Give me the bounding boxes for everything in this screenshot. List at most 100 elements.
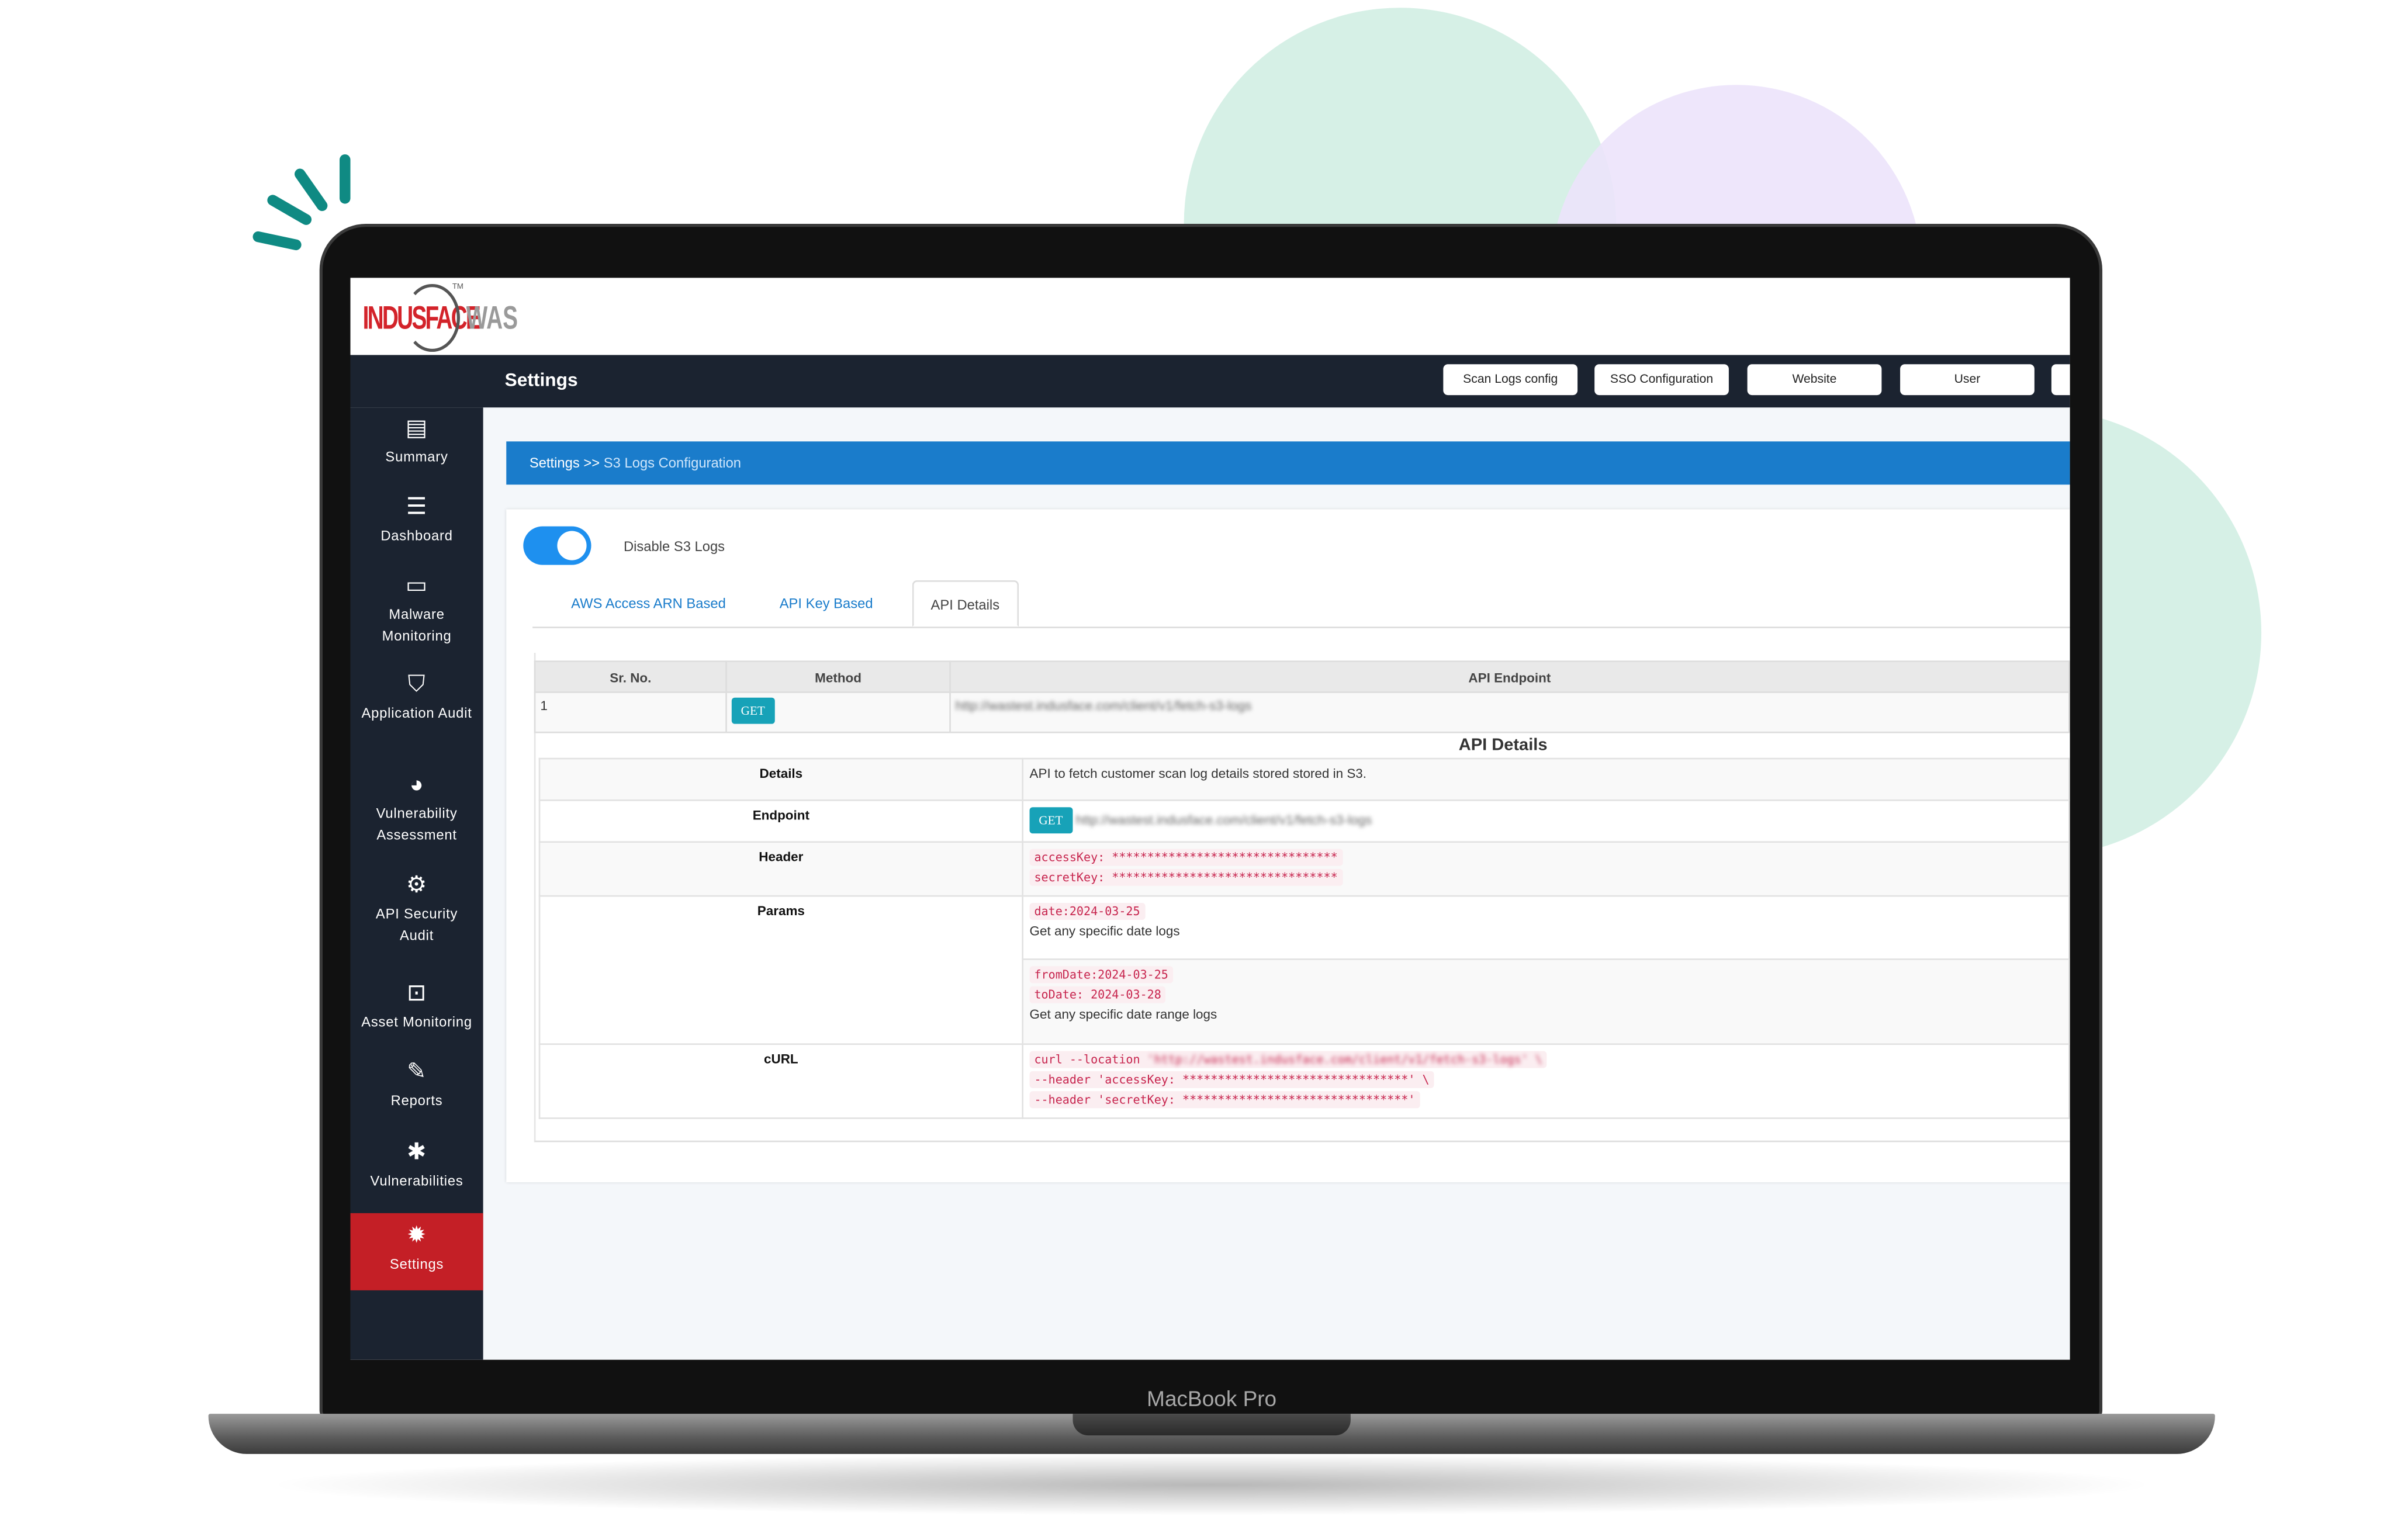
- toggle-label: Disable S3 Logs: [623, 538, 725, 555]
- tab-api-details[interactable]: API Details: [912, 580, 1018, 627]
- params-row: Params date:2024-03-25 Get any specific d…: [538, 895, 2070, 1045]
- param-desc: Get any specific date logs: [1029, 923, 1180, 939]
- sidebar-item-asset-monitoring[interactable]: ⊡ Asset Monitoring: [351, 980, 483, 1033]
- curl-line: --header 'accessKey: *******************…: [1029, 1071, 1434, 1088]
- decor-stroke: [265, 193, 314, 227]
- tab-api-key-based[interactable]: API Key Based: [780, 580, 873, 626]
- device-label: MacBook Pro: [1147, 1386, 1277, 1411]
- header-row: Header accessKey: **********************…: [538, 841, 2070, 897]
- sidebar-item-label: Vulnerability Assessment: [376, 805, 458, 842]
- page-title: Settings: [504, 369, 578, 391]
- get-badge: GET: [1029, 807, 1072, 834]
- endpoint-cell: http://wastest.indusface.com/client/v1/f…: [949, 691, 2070, 733]
- sidebar-item-api-security-audit[interactable]: ⚙ API Security Audit: [351, 872, 483, 946]
- param-code: date:2024-03-25: [1029, 902, 1145, 920]
- website-button[interactable]: Website: [1747, 364, 1882, 396]
- params-label: Params: [538, 895, 1023, 1045]
- access-key-code: accessKey: *****************************…: [1029, 849, 1343, 866]
- sidebar-item-vulnerabilities[interactable]: ✱ Vulnerabilities: [351, 1139, 483, 1192]
- param-code: fromDate:2024-03-25: [1029, 966, 1173, 984]
- top-bar: Settings Scan Logs config SSO Configurat…: [350, 355, 2070, 408]
- col-sr-no: Sr. No.: [534, 660, 727, 693]
- param-range: fromDate:2024-03-25 toDate: 2024-03-28 Get…: [1022, 958, 2070, 1045]
- tablet-chart-icon: ▤: [405, 415, 428, 442]
- gear-icon: ✹: [407, 1222, 427, 1249]
- laptop-icon: ▭: [405, 572, 428, 599]
- tab-aws-access-arn[interactable]: AWS Access ARN Based: [571, 580, 726, 626]
- sidebar-item-label: Vulnerabilities: [370, 1173, 463, 1189]
- logo-product: WAS: [466, 300, 518, 337]
- sidebar-item-label: Application Audit: [361, 705, 472, 721]
- curl-line: --header 'secretKey: *******************…: [1029, 1091, 1420, 1109]
- user-button[interactable]: User: [1900, 364, 2035, 396]
- curl-url: 'http://wastest.indusface.com/client/v1/…: [1147, 1053, 1542, 1067]
- header-value: accessKey: *****************************…: [1022, 841, 2070, 897]
- app-screen: INDUSFACE TM WAS Settings Scan Logs conf…: [350, 278, 2070, 1360]
- details-row: Details API to fetch customer scan log d…: [538, 757, 2070, 801]
- sidebar-item-label: Summary: [385, 449, 448, 465]
- col-api-endpoint: API Endpoint: [949, 660, 2070, 693]
- app-header: INDUSFACE TM WAS: [350, 278, 2070, 355]
- tab-divider: [532, 626, 2070, 628]
- bug-icon: ✱: [407, 1139, 427, 1165]
- sidebar-item-label: API Security Audit: [375, 906, 458, 943]
- laptop-shadow: [262, 1453, 2161, 1516]
- param-desc: Get any specific date range logs: [1029, 1006, 1217, 1022]
- sidebar-item-label: Asset Monitoring: [361, 1014, 472, 1030]
- sidebar-item-malware-monitoring[interactable]: ▭ Malware Monitoring: [351, 573, 483, 647]
- details-label: Details: [538, 757, 1023, 801]
- sidebar-item-reports[interactable]: ✎ Reports: [351, 1059, 483, 1112]
- sidebar-item-settings[interactable]: ✹ Settings: [350, 1213, 483, 1290]
- endpoint-label: Endpoint: [538, 799, 1023, 843]
- api-chip-icon: ⚙: [406, 872, 428, 899]
- decor-stroke: [251, 230, 303, 251]
- sidebar-item-label: Malware Monitoring: [382, 606, 452, 643]
- pie-chart-icon: ◕: [409, 771, 424, 798]
- endpoint-row: Endpoint GET http://wastest.indusface.co…: [538, 799, 2070, 843]
- logo-tm: TM: [452, 282, 463, 292]
- col-method: Method: [725, 660, 951, 693]
- method-cell: GET: [725, 691, 951, 733]
- edit-icon: ✎: [407, 1058, 427, 1085]
- endpoint-value: GET http://wastest.indusface.com/client/…: [1022, 799, 2070, 843]
- curl-line: curl --location 'http://wastest.indusfac…: [1029, 1051, 1547, 1068]
- server-icon: ☰: [406, 494, 428, 521]
- shield-icon: ⛉: [407, 671, 426, 698]
- header-label: Header: [538, 841, 1023, 897]
- api-details-table: Details API to fetch customer scan log d…: [538, 757, 2070, 1119]
- curl-label: cURL: [538, 1043, 1023, 1119]
- secret-key-code: secretKey: *****************************…: [1029, 868, 1343, 886]
- sidebar-item-label: Reports: [390, 1092, 443, 1109]
- curl-value: curl --location 'http://wastest.indusfac…: [1022, 1043, 2070, 1119]
- sso-configuration-button[interactable]: SSO Configuration: [1594, 364, 1729, 396]
- scan-logs-config-button[interactable]: Scan Logs config: [1443, 364, 1578, 396]
- decor-stroke: [340, 154, 351, 204]
- laptop-notch: [1072, 1414, 1351, 1436]
- sr-no-cell: 1: [534, 691, 727, 733]
- logo-arc: [404, 283, 461, 352]
- api-details-title: API Details: [1458, 736, 1548, 755]
- breadcrumb-root[interactable]: Settings >>: [530, 455, 600, 470]
- sidebar-item-application-audit[interactable]: ⛉ Application Audit: [351, 671, 483, 725]
- table-row: 1 GET http://wastest.indusface.com/clien…: [534, 691, 2070, 733]
- curl-row: cURL curl --location 'http://wastest.ind…: [538, 1043, 2070, 1119]
- more-button[interactable]: [2051, 364, 2070, 396]
- get-badge: GET: [731, 697, 774, 724]
- decor-stroke: [292, 166, 330, 213]
- sidebar-item-label: Dashboard: [380, 528, 453, 544]
- param-date: date:2024-03-25 Get any specific date log…: [1022, 895, 2070, 960]
- breadcrumb: Settings >> S3 Logs Configuration: [506, 441, 2070, 485]
- asset-frame-icon: ⊡: [407, 980, 427, 1006]
- sidebar-item-summary[interactable]: ▤ Summary: [351, 415, 483, 468]
- sidebar-item-label: Settings: [389, 1256, 444, 1272]
- param-code: toDate: 2024-03-28: [1029, 986, 1166, 1003]
- curl-prefix: curl --location: [1034, 1053, 1147, 1067]
- sidebar-item-dashboard[interactable]: ☰ Dashboard: [351, 494, 483, 547]
- endpoints-table: Sr. No. Method API Endpoint 1 GET http:/…: [534, 660, 2070, 733]
- endpoint-url: http://wastest.indusface.com/client/v1/f…: [1075, 812, 1372, 828]
- toggle-knob: [557, 531, 587, 560]
- sidebar: ▤ Summary ☰ Dashboard ▭ Malware Monitoring …: [350, 407, 483, 1360]
- details-value: API to fetch customer scan log details s…: [1022, 757, 2070, 801]
- disable-s3-logs-toggle[interactable]: [523, 526, 591, 565]
- sidebar-item-vulnerability-assessment[interactable]: ◕ Vulnerability Assessment: [351, 772, 483, 846]
